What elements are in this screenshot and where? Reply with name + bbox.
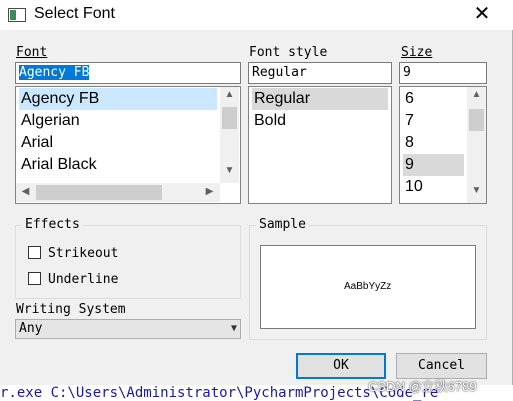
underline-checkbox[interactable] xyxy=(28,272,41,285)
font-style-input[interactable]: Regular xyxy=(248,62,392,84)
chevron-down-icon: ▼ xyxy=(230,323,237,334)
font-list-item[interactable]: Algerian xyxy=(19,110,80,132)
font-list-item[interactable]: Arial Black xyxy=(19,154,97,176)
size-list-item[interactable]: 8 xyxy=(403,132,414,154)
font-list-vscrollbar[interactable]: ▲ ▼ xyxy=(220,87,239,183)
size-list-item[interactable]: 6 xyxy=(403,88,414,110)
size-list-item[interactable]: 7 xyxy=(403,110,414,132)
size-list[interactable]: 6 7 8 9 10 ▲ ▼ xyxy=(399,86,487,204)
scroll-thumb[interactable] xyxy=(222,107,237,129)
writing-system-value: Any xyxy=(19,321,43,336)
font-style-list-item[interactable]: Bold xyxy=(252,110,286,132)
app-window-icon xyxy=(8,8,26,22)
effects-group xyxy=(15,225,241,299)
size-list-item[interactable]: 10 xyxy=(403,176,423,198)
size-list-item[interactable]: 9 xyxy=(403,154,464,176)
font-name-input[interactable]: Agency FB xyxy=(15,62,241,84)
scroll-up-arrow-icon[interactable]: ▲ xyxy=(469,89,484,100)
underline-label: Underline xyxy=(48,272,119,287)
close-button[interactable]: ✕ xyxy=(462,0,502,30)
scroll-down-arrow-icon[interactable]: ▼ xyxy=(222,165,237,176)
dialog-title: Select Font xyxy=(34,5,115,22)
strikeout-label: Strikeout xyxy=(48,246,119,261)
font-list-hscrollbar[interactable]: ◀ ▶ xyxy=(16,183,220,202)
font-list-item[interactable]: Agency FB xyxy=(19,88,217,110)
scroll-thumb[interactable] xyxy=(36,185,162,200)
sample-preview: AaBbYyZz xyxy=(260,245,476,329)
font-style-list-item[interactable]: Regular xyxy=(252,88,388,110)
sample-label: Sample xyxy=(256,217,309,232)
sample-text: AaBbYyZz xyxy=(344,281,392,292)
scroll-right-arrow-icon[interactable]: ▶ xyxy=(202,186,217,197)
font-style-label: Font style xyxy=(249,45,328,60)
font-label: Font xyxy=(16,45,48,60)
font-name-input-text: Agency FB xyxy=(19,65,90,80)
font-style-list[interactable]: Regular Bold xyxy=(248,86,392,204)
size-label: Size xyxy=(401,45,433,60)
writing-system-select[interactable]: Any ▼ xyxy=(15,319,241,339)
scroll-down-arrow-icon[interactable]: ▼ xyxy=(469,185,484,196)
font-dialog: Select Font ✕ Font Agency FB Agency FB A… xyxy=(0,0,513,385)
font-list[interactable]: Agency FB Algerian Arial Arial Black ▲ ▼… xyxy=(15,86,241,204)
watermark-text: CSDN @立秋6789 xyxy=(368,379,477,394)
scroll-up-arrow-icon[interactable]: ▲ xyxy=(222,89,237,100)
scroll-thumb[interactable] xyxy=(469,109,484,131)
font-list-item[interactable]: Arial xyxy=(19,132,53,154)
scroll-left-arrow-icon[interactable]: ◀ xyxy=(18,186,33,197)
size-list-vscrollbar[interactable]: ▲ ▼ xyxy=(467,87,486,203)
writing-system-label: Writing System xyxy=(16,302,126,317)
effects-label: Effects xyxy=(22,217,83,232)
size-input[interactable]: 9 xyxy=(399,62,487,84)
title-bar: Select Font ✕ xyxy=(0,0,513,30)
strikeout-checkbox[interactable] xyxy=(28,246,41,259)
